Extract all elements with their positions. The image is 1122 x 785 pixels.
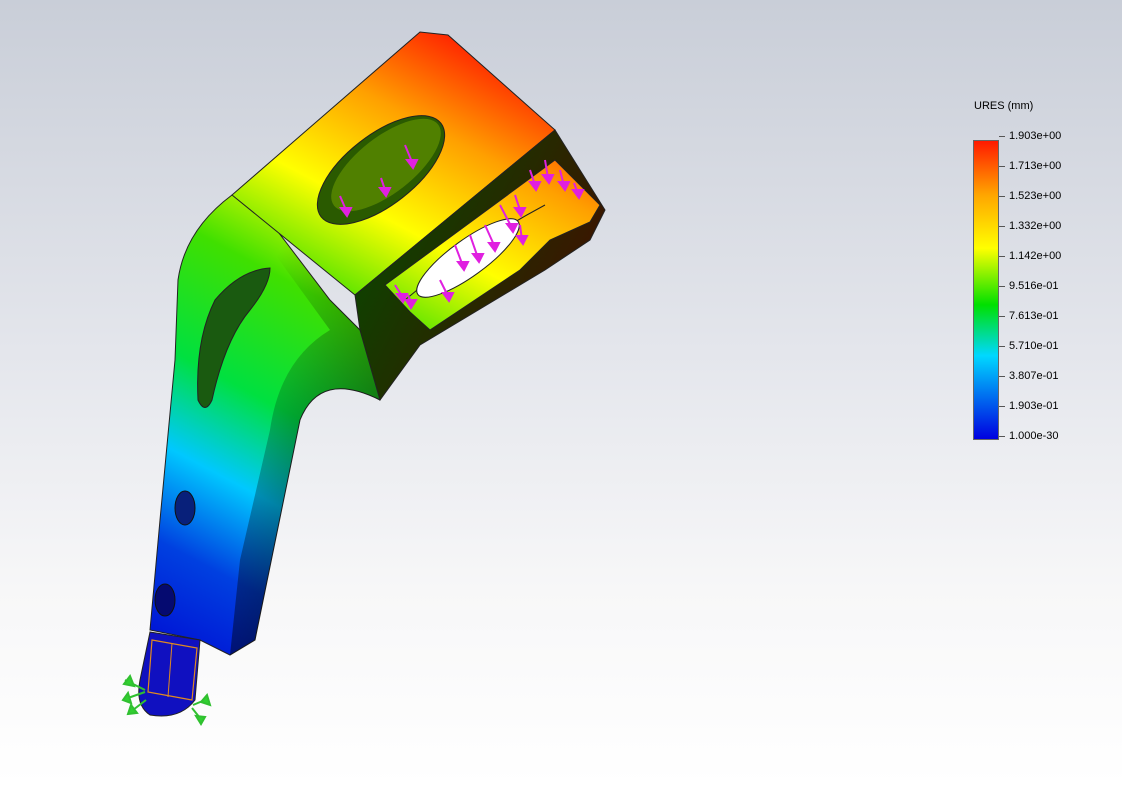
legend-tick-mark — [999, 196, 1005, 197]
legend-tick-mark — [999, 286, 1005, 287]
legend-tick-mark — [999, 346, 1005, 347]
legend-tick-label: 1.142e+00 — [1009, 250, 1062, 262]
legend-title: URES (mm) — [974, 100, 1034, 112]
legend-tick-label: 1.523e+00 — [1009, 190, 1062, 202]
legend-colorbar — [973, 140, 999, 440]
results-legend: URES (mm) 1.903e+00 1.713e+00 1.523e+00 1.3… — [972, 96, 1092, 456]
legend-tick-mark — [999, 256, 1005, 257]
legend-tick-label: 5.710e-01 — [1009, 340, 1059, 352]
legend-tick-label: 3.807e-01 — [1009, 370, 1059, 382]
legend-tick-mark — [999, 136, 1005, 137]
legend-tick-label: 1.903e+00 — [1009, 130, 1062, 142]
legend-tick-label: 1.903e-01 — [1009, 400, 1059, 412]
arm-hole-icon — [154, 583, 176, 617]
simulation-viewport[interactable] — [0, 0, 1122, 785]
legend-tick-mark — [999, 166, 1005, 167]
legend-tick-mark — [999, 406, 1005, 407]
legend-tick-label: 9.516e-01 — [1009, 280, 1059, 292]
legend-tick-mark — [999, 376, 1005, 377]
legend-tick-mark — [999, 316, 1005, 317]
legend-tick-mark — [999, 436, 1005, 437]
legend-tick-label: 7.613e-01 — [1009, 310, 1059, 322]
legend-tick-label: 1.713e+00 — [1009, 160, 1062, 172]
legend-tick-label: 1.332e+00 — [1009, 220, 1062, 232]
arm-hole-icon — [174, 490, 196, 526]
bracket-foot — [138, 631, 201, 717]
legend-tick-label: 1.000e-30 — [1009, 430, 1059, 442]
legend-tick-mark — [999, 226, 1005, 227]
